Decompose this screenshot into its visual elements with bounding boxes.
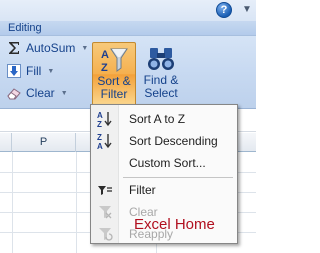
chevron-down-icon: ▼: [47, 67, 55, 75]
svg-text:Z: Z: [97, 120, 102, 128]
fill-button[interactable]: Fill ▼: [6, 61, 90, 81]
eraser-icon: [6, 85, 22, 101]
fill-label: Fill: [26, 64, 42, 78]
grid-line: [76, 152, 77, 253]
sort-filter-icon: A Z: [99, 45, 129, 75]
group-title: Editing: [0, 21, 256, 36]
ribbon-top-strip: ? ▼: [0, 0, 256, 21]
sort-filter-label-2: Filter: [100, 87, 128, 101]
fill-down-icon: [6, 63, 22, 79]
sigma-icon: [6, 40, 22, 56]
help-icon[interactable]: ?: [216, 2, 232, 18]
svg-text:Z: Z: [101, 62, 108, 74]
clear-label: Clear: [26, 86, 55, 100]
svg-text:A: A: [97, 142, 103, 150]
binoculars-icon: [146, 44, 176, 74]
menu-item-filter[interactable]: Filter: [93, 179, 235, 201]
menu-separator: [123, 177, 233, 178]
watermark-text: Excel Home: [134, 216, 215, 233]
chevron-down-icon: ▼: [60, 89, 68, 97]
clear-button[interactable]: Clear ▼: [6, 83, 90, 103]
sort-a-to-z-icon: A Z: [93, 109, 117, 129]
chevron-down-icon: ▼: [81, 44, 89, 52]
clear-filter-icon: [93, 202, 117, 222]
svg-text:A: A: [97, 111, 103, 120]
svg-text:Z: Z: [97, 133, 102, 142]
column-header-p[interactable]: P: [12, 133, 76, 152]
menu-item-label: Sort Descending: [129, 134, 218, 148]
sort-descending-icon: Z A: [93, 131, 117, 151]
svg-text:A: A: [101, 49, 109, 61]
sort-filter-button[interactable]: A Z Sort & Filter: [92, 42, 136, 106]
ribbon-editing-group: Editing AutoSum ▼ Fill ▼ Clear ▼ A Z Sor…: [0, 21, 256, 109]
grid-line: [12, 152, 13, 253]
menu-item-label: Custom Sort...: [129, 156, 206, 170]
find-select-button[interactable]: Find & Select: [138, 42, 184, 106]
menu-item-label: Sort A to Z: [129, 112, 186, 126]
menu-item-no-icon: [93, 153, 117, 173]
menu-item-sort-descending[interactable]: Z A Sort Descending: [93, 130, 235, 152]
menu-item-sort-a-to-z[interactable]: A Z Sort A to Z: [93, 108, 235, 130]
autosum-label: AutoSum: [26, 41, 76, 55]
menu-item-label: Filter: [129, 183, 156, 197]
filter-icon: [93, 180, 117, 200]
find-select-label-2: Select: [144, 86, 178, 100]
ribbon-options-icon[interactable]: ▼: [240, 3, 254, 17]
autosum-button[interactable]: AutoSum ▼: [6, 38, 90, 58]
menu-item-custom-sort[interactable]: Custom Sort...: [93, 152, 235, 174]
column-header-prev[interactable]: [0, 133, 12, 152]
reapply-icon: [93, 224, 117, 244]
